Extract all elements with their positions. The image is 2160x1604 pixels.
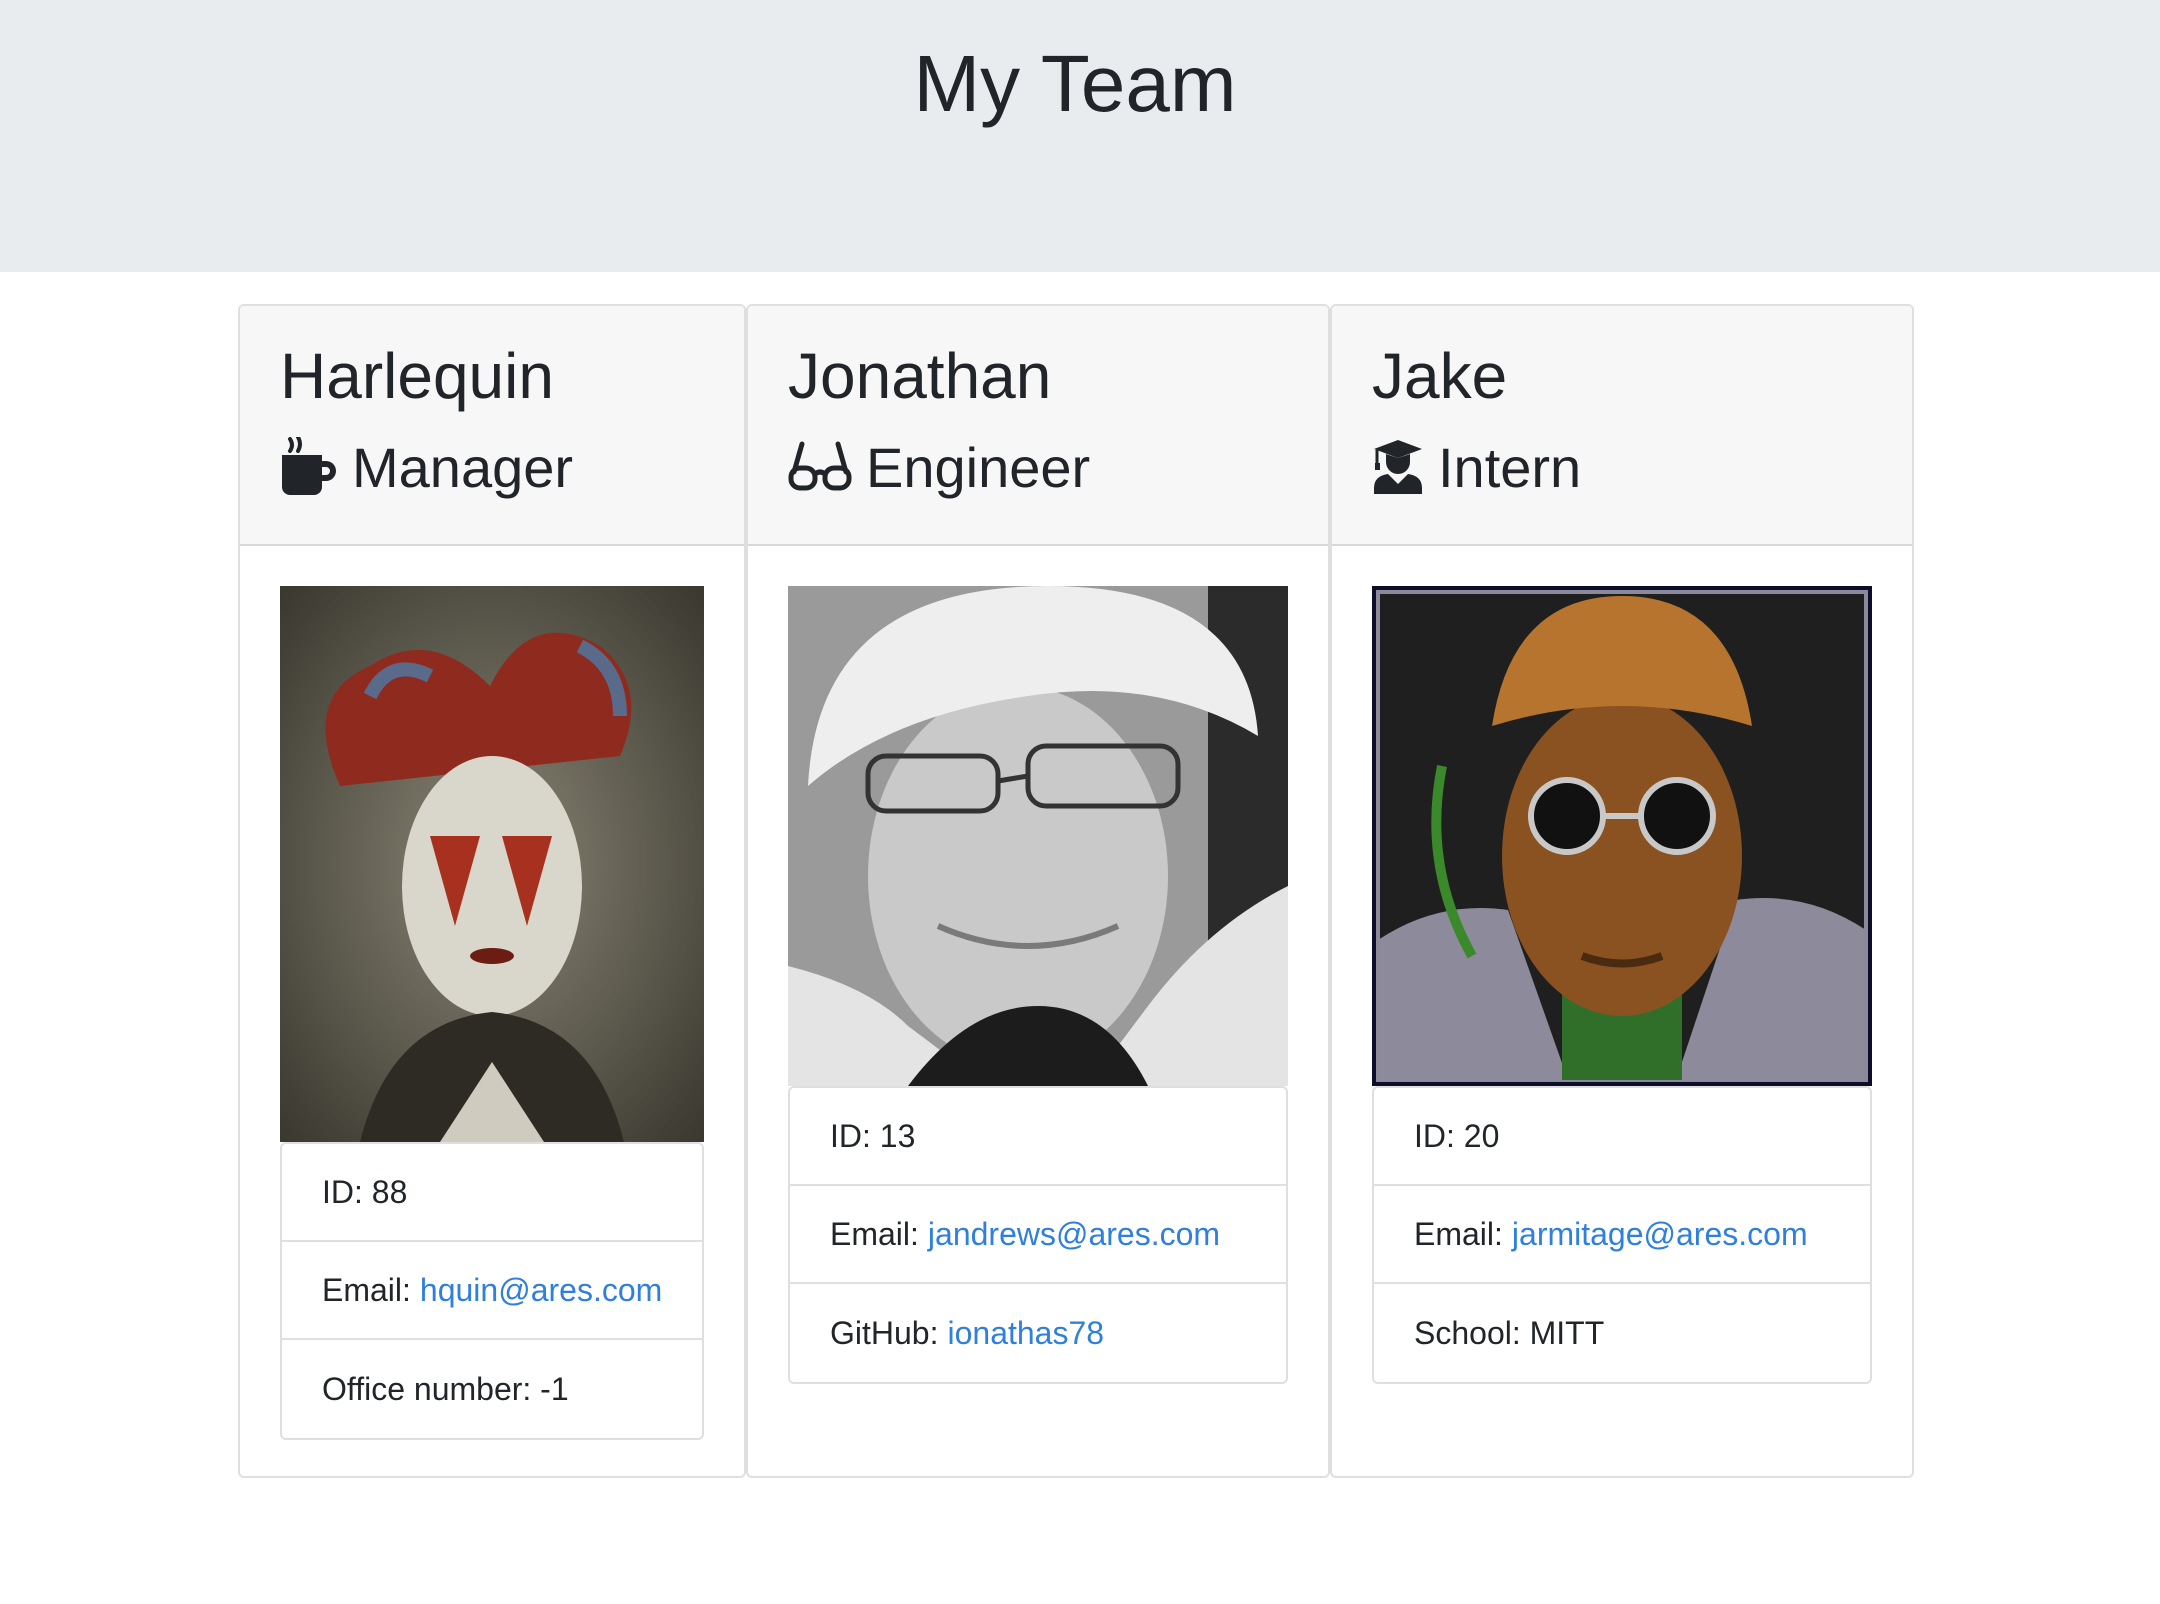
- card-header: Harlequin Manager: [240, 306, 744, 546]
- page-header: My Team: [0, 0, 2160, 272]
- card-header: Jonathan Engineer: [748, 306, 1328, 546]
- employee-role: Manager: [280, 428, 573, 508]
- employee-role: Engineer: [788, 428, 1090, 508]
- graduate-icon: [1372, 438, 1424, 499]
- info-list: ID: 20 Email: jarmitage@ares.com School:…: [1372, 1086, 1872, 1384]
- employee-name: Jonathan: [788, 340, 1052, 412]
- github-link[interactable]: ionathas78: [947, 1313, 1104, 1353]
- email-link[interactable]: jarmitage@ares.com: [1512, 1214, 1808, 1254]
- office-number: Office number: -1: [322, 1371, 569, 1407]
- email-link[interactable]: hquin@ares.com: [420, 1270, 662, 1310]
- info-list: ID: 88 Email: hquin@ares.com Office numb…: [280, 1142, 704, 1440]
- employee-email: Email: jandrews@ares.com: [790, 1186, 1286, 1284]
- employee-email: Email: hquin@ares.com: [282, 1242, 702, 1340]
- employee-name: Harlequin: [280, 340, 554, 412]
- coffee-mug-icon: [280, 434, 338, 500]
- info-list: ID: 13 Email: jandrews@ares.com GitHub: …: [788, 1086, 1288, 1384]
- employee-id: ID: 88: [282, 1144, 702, 1242]
- employee-name: Jake: [1372, 340, 1508, 412]
- pixel-art-portrait: [1372, 586, 1872, 1086]
- employee-id: ID: 13: [790, 1088, 1286, 1186]
- employee-card-engineer: Jonathan Engineer ID: 13 Email: jandrews…: [746, 304, 1330, 1478]
- school: School: MITT: [1414, 1315, 1605, 1351]
- employee-card-manager: Harlequin Manager ID: 88 Email: hquin@ar…: [238, 304, 746, 1478]
- page-title: My Team: [913, 39, 1237, 128]
- github-profile: GitHub: ionathas78: [830, 1313, 1105, 1353]
- role-label: Engineer: [866, 436, 1091, 499]
- role-label: Intern: [1438, 436, 1582, 499]
- jester-portrait: [280, 586, 704, 1142]
- employee-role: Intern: [1372, 428, 1581, 508]
- employee-id: ID: 20: [1374, 1088, 1870, 1186]
- employee-email: Email: jarmitage@ares.com: [1374, 1186, 1870, 1284]
- glasses-icon: [788, 438, 852, 499]
- email-link[interactable]: jandrews@ares.com: [928, 1214, 1220, 1254]
- employee-card-intern: Jake Intern ID: 20 Email: jarmitage@ares…: [1330, 304, 1914, 1478]
- card-header: Jake Intern: [1332, 306, 1912, 546]
- role-label: Manager: [352, 436, 574, 499]
- man-with-cap-portrait: [788, 586, 1288, 1086]
